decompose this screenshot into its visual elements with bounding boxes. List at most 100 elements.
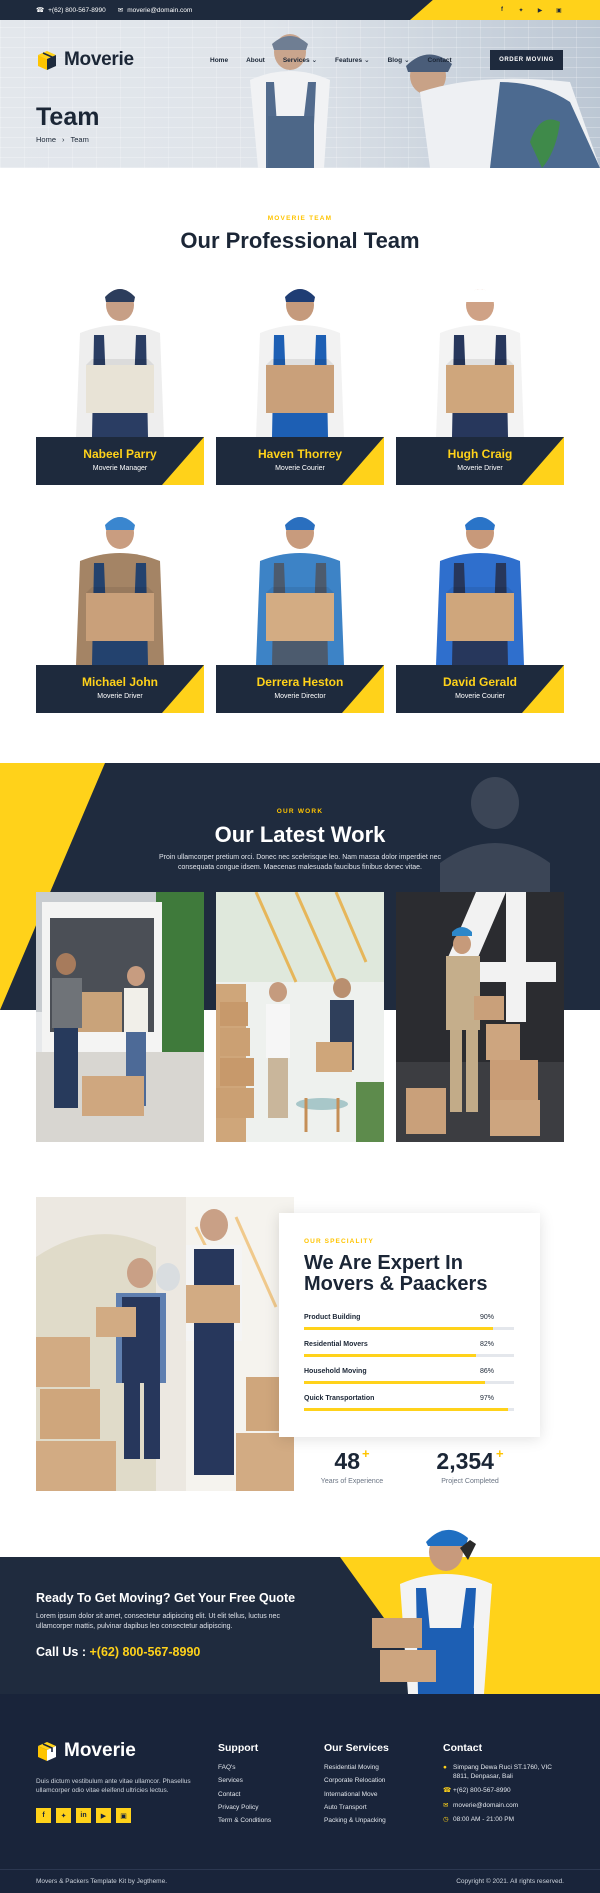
nav-home[interactable]: Home	[210, 56, 228, 64]
footer-phone[interactable]: ☎ +(62) 800-567-8990	[443, 1787, 568, 1796]
facebook-icon[interactable]: f	[497, 5, 507, 15]
footer-services-list: Residential Moving Corporate Relocation …	[324, 1764, 389, 1824]
footer-link[interactable]: Term & Conditions	[218, 1817, 271, 1824]
footer-link[interactable]: Packing & Unpacking	[324, 1817, 389, 1824]
footer-link[interactable]: Residential Moving	[324, 1764, 389, 1771]
breadcrumb-current: Team	[70, 135, 89, 144]
twitter-icon[interactable]: ✦	[56, 1808, 71, 1823]
team-member-card[interactable]: Derrera Heston Moverie Director	[216, 503, 384, 713]
skill-percent: 97%	[479, 1395, 494, 1402]
nameplate-accent	[342, 437, 384, 485]
chevron-down-icon: ⌄	[364, 57, 370, 64]
cta-call-label: Call Us :	[36, 1645, 90, 1659]
stat-years-caption: Years of Experience	[320, 1478, 384, 1485]
speciality-photo	[36, 1197, 294, 1491]
footer-services-title: Our Services	[324, 1742, 389, 1754]
top-email[interactable]: ✉ moverie@domain.com	[118, 6, 193, 15]
youtube-icon[interactable]: ▶	[96, 1808, 111, 1823]
top-bar: ☎ +(62) 800-567-8990 ✉ moverie@domain.co…	[0, 0, 600, 20]
stat-years-number: 48	[334, 1448, 360, 1474]
team-member-name: Nabeel Parry	[83, 447, 157, 461]
nameplate-accent	[522, 665, 564, 713]
map-pin-icon: ●	[443, 1764, 447, 1771]
stat-projects-number: 2,354	[436, 1448, 494, 1474]
footer-link[interactable]: International Move	[324, 1791, 389, 1798]
team-member-card[interactable]: Hugh Craig Moverie Driver	[396, 275, 564, 485]
cta-call-phone[interactable]: +(62) 800-567-8990	[90, 1645, 201, 1659]
cta-title: Ready To Get Moving? Get Your Free Quote	[36, 1591, 296, 1605]
instagram-icon[interactable]: ▣	[554, 5, 564, 15]
footer-email[interactable]: ✉ moverie@domain.com	[443, 1802, 568, 1811]
cta-call[interactable]: Call Us : +(62) 800-567-8990	[36, 1645, 200, 1659]
youtube-icon[interactable]: ▶	[535, 5, 545, 15]
phone-icon: ☎	[36, 7, 45, 14]
footer-link[interactable]: Privacy Policy	[218, 1804, 271, 1811]
team-member-role: Moverie Driver	[97, 693, 143, 700]
breadcrumb-home[interactable]: Home	[36, 135, 56, 144]
skill-row: Quick Transportation 97%	[304, 1395, 514, 1415]
team-member-card[interactable]: Michael John Moverie Driver	[36, 503, 204, 713]
chevron-down-icon: ⌄	[404, 57, 410, 64]
nav-blog-label: Blog	[387, 56, 403, 64]
work-eyebrow: OUR WORK	[276, 808, 324, 815]
work-title: Our Latest Work	[214, 822, 386, 847]
team-member-name: Haven Thorrey	[257, 447, 343, 461]
skill-percent: 82%	[479, 1341, 494, 1348]
quote-cta: Ready To Get Moving? Get Your Free Quote…	[0, 1557, 600, 1694]
footer-support-list: FAQ's Services Contact Privacy Policy Te…	[218, 1764, 271, 1824]
facebook-icon[interactable]: f	[36, 1808, 51, 1823]
team-member-card[interactable]: David Gerald Moverie Courier	[396, 503, 564, 713]
footer: Moverie Duis dictum vestibulum ante vita…	[0, 1694, 600, 1869]
footer-link[interactable]: Corporate Relocation	[324, 1777, 389, 1784]
brand-logo[interactable]: Moverie	[36, 49, 134, 71]
skill-label: Residential Movers	[304, 1341, 368, 1348]
team-member-name: Hugh Craig	[447, 447, 513, 461]
top-email-text: moverie@domain.com	[127, 6, 193, 14]
footer-link[interactable]: FAQ's	[218, 1764, 271, 1771]
team-member-photo	[256, 517, 344, 665]
work-image-van[interactable]	[36, 892, 204, 1142]
skill-progress-fill	[304, 1327, 493, 1330]
nav-contact[interactable]: Contact	[428, 56, 452, 64]
top-contact: ☎ +(62) 800-567-8990 ✉ moverie@domain.co…	[36, 6, 193, 15]
team-member-role: Moverie Director	[274, 693, 326, 700]
phone-icon: ☎	[443, 1787, 452, 1794]
footer-link[interactable]: Contact	[218, 1791, 271, 1798]
footer-hours-text: 08:00 AM - 21:00 PM	[453, 1816, 515, 1823]
footer-logo[interactable]: Moverie	[36, 1740, 136, 1762]
linkedin-icon[interactable]: in	[76, 1808, 91, 1823]
top-phone-text: +(62) 800-567-8990	[48, 6, 106, 14]
footer-email-text: moverie@domain.com	[453, 1801, 519, 1809]
footer-hours: ◷ 08:00 AM - 21:00 PM	[443, 1816, 568, 1825]
team-member-nameplate: Haven Thorrey Moverie Courier	[216, 437, 384, 485]
clock-icon: ◷	[443, 1816, 449, 1823]
work-image-office[interactable]	[216, 892, 384, 1142]
instagram-icon[interactable]: ▣	[116, 1808, 131, 1823]
skill-row: Household Moving 86%	[304, 1368, 514, 1388]
team-member-nameplate: Michael John Moverie Driver	[36, 665, 204, 713]
work-image-courier[interactable]	[396, 892, 564, 1142]
order-moving-button[interactable]: ORDER MOVING	[490, 50, 563, 70]
footer-social: f ✦ in ▶ ▣	[36, 1808, 131, 1823]
footer-link[interactable]: Services	[218, 1777, 271, 1784]
footer-phone-text: +(62) 800-567-8990	[453, 1787, 511, 1794]
footer-link[interactable]: Auto Transport	[324, 1804, 389, 1811]
footer-address: ● Simpang Dewa Ruci ST.1760, VIC 8811, De…	[443, 1764, 568, 1781]
box-logo-icon	[38, 1742, 56, 1761]
page: ☎ +(62) 800-567-8990 ✉ moverie@domain.co…	[0, 0, 600, 1893]
skill-progress-fill	[304, 1408, 508, 1411]
nav-about[interactable]: About	[246, 56, 265, 64]
nav-features[interactable]: Features ⌄	[335, 56, 370, 65]
hero-banner: Moverie Home About Services ⌄ Features ⌄ B…	[0, 20, 600, 168]
nav-features-label: Features	[335, 56, 363, 64]
speciality-eyebrow: OUR SPECIALITY	[304, 1238, 374, 1245]
nav-blog[interactable]: Blog ⌄	[387, 56, 410, 65]
team-member-card[interactable]: Haven Thorrey Moverie Courier	[216, 275, 384, 485]
nav-services[interactable]: Services ⌄	[283, 56, 317, 65]
twitter-icon[interactable]: ✦	[516, 5, 526, 15]
team-eyebrow: MOVERIE TEAM	[267, 215, 333, 222]
top-phone[interactable]: ☎ +(62) 800-567-8990	[36, 6, 106, 15]
team-member-card[interactable]: Nabeel Parry Moverie Manager	[36, 275, 204, 485]
page-title: Team	[36, 103, 100, 131]
skill-percent: 86%	[479, 1368, 494, 1375]
